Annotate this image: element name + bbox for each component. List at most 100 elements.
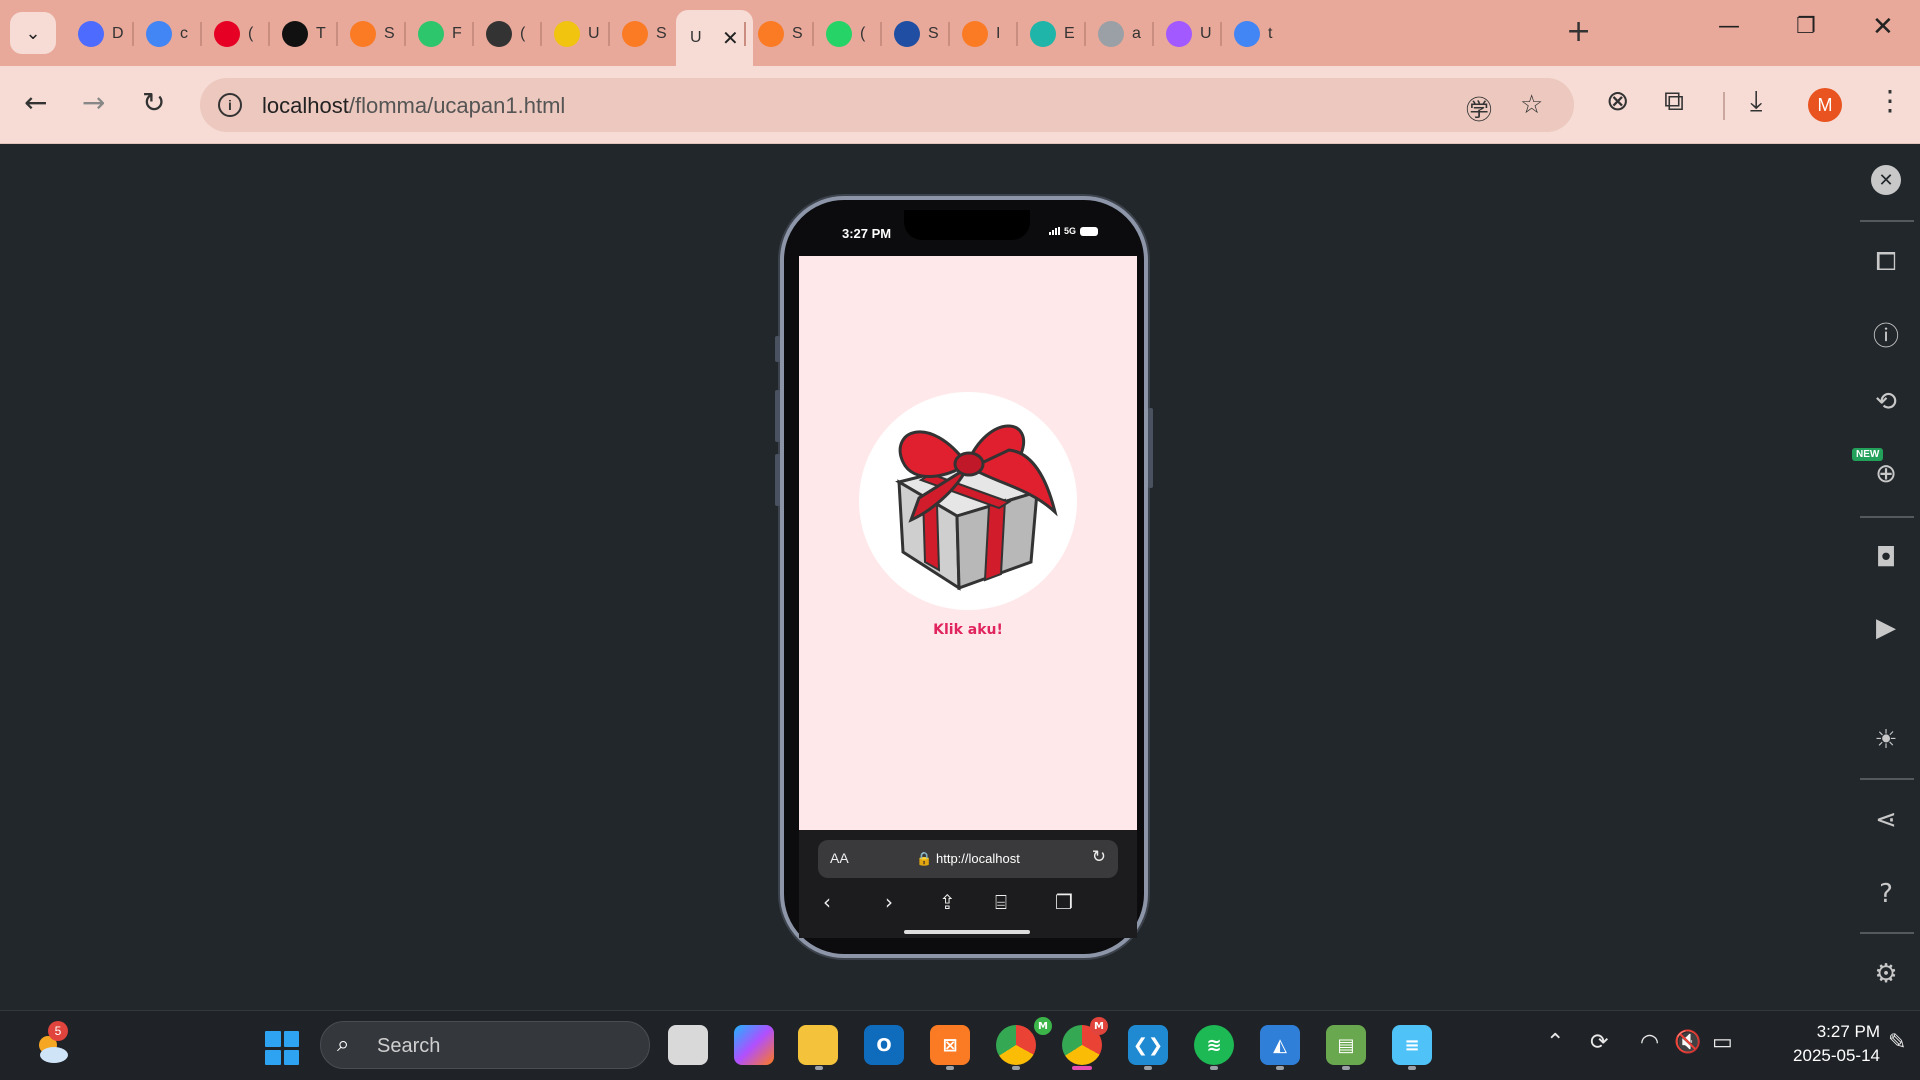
- tab-title: (: [248, 25, 254, 42]
- extensions-icon[interactable]: ⧉: [1664, 84, 1684, 118]
- reload-button[interactable]: ↻: [142, 86, 165, 119]
- volume-muted-icon[interactable]: 🔇: [1674, 1030, 1701, 1055]
- share-icon[interactable]: ⇪: [939, 890, 956, 914]
- tab-title: E: [1064, 25, 1075, 42]
- forward-button[interactable]: →: [82, 86, 105, 119]
- tab-title: T: [316, 25, 326, 42]
- battery-charging-icon[interactable]: ▭: [1712, 1030, 1733, 1055]
- photos-icon[interactable]: ◭: [1260, 1025, 1300, 1065]
- safari-url[interactable]: 🔒 http://localhost: [818, 851, 1118, 867]
- settings-gear-icon[interactable]: ⚙: [1868, 956, 1904, 992]
- rotate-icon[interactable]: ⟲: [1868, 384, 1904, 420]
- windows-taskbar: 5 ⌕ Search O ⊠ M M ❮❯ ≋ ◭ ▤ ≡: [0, 1010, 1920, 1080]
- tab-separator: [132, 22, 134, 46]
- tab-separator: [268, 22, 270, 46]
- browser-tab[interactable]: T: [274, 14, 328, 54]
- safari-address-bar[interactable]: AA 🔒 http://localhost ↻: [818, 840, 1118, 878]
- tab-search-button[interactable]: ⌄: [10, 12, 56, 54]
- taskbar-search[interactable]: ⌕ Search: [320, 1021, 650, 1069]
- tab-separator: [336, 22, 338, 46]
- address-bar[interactable]: i localhost/flomma/ucapan1.html ㊫ ☆: [200, 78, 1574, 132]
- close-window-button[interactable]: ✕: [1872, 12, 1894, 42]
- menu-icon[interactable]: ⋮: [1876, 84, 1904, 117]
- task-view-icon[interactable]: [668, 1025, 708, 1065]
- help-icon[interactable]: ?: [1868, 876, 1904, 912]
- file-explorer-icon[interactable]: [798, 1025, 838, 1065]
- address-url[interactable]: localhost/flomma/ucapan1.html: [262, 93, 565, 119]
- chrome-profile-badge: M: [1034, 1017, 1052, 1035]
- download-icon[interactable]: ⤓: [1750, 84, 1762, 118]
- running-indicator: [1342, 1066, 1350, 1070]
- safari-back-icon[interactable]: ‹: [823, 890, 831, 914]
- restore-button[interactable]: ❐: [1796, 14, 1816, 39]
- tab-separator: [404, 22, 406, 46]
- windows-logo-icon: [265, 1031, 281, 1047]
- tray-overflow-icon[interactable]: ⌃: [1546, 1030, 1564, 1055]
- globe-icon: [1098, 21, 1124, 47]
- browser-tab[interactable]: U: [1158, 14, 1212, 54]
- browser-tab[interactable]: S: [342, 14, 396, 54]
- devices-icon[interactable]: ⧠: [1868, 244, 1904, 280]
- winrar-icon[interactable]: ▤: [1326, 1025, 1366, 1065]
- running-indicator: [1210, 1066, 1218, 1070]
- vscode-icon[interactable]: ❮❯: [1128, 1025, 1168, 1065]
- info-icon[interactable]: ⓘ: [1868, 316, 1904, 352]
- outlook-icon[interactable]: O: [864, 1025, 904, 1065]
- close-tab-icon[interactable]: ✕: [722, 26, 739, 51]
- new-tab-button[interactable]: +: [1566, 14, 1591, 49]
- browser-tab[interactable]: S: [750, 14, 804, 54]
- browser-tab[interactable]: U: [546, 14, 600, 54]
- safari-reload-icon[interactable]: ↻: [1092, 847, 1106, 867]
- tab-title: S: [384, 25, 395, 42]
- bookmarks-icon[interactable]: ⌸: [995, 890, 1007, 914]
- browser-tab[interactable]: F: [410, 14, 464, 54]
- browser-tab[interactable]: c: [138, 14, 192, 54]
- battery-icon: [1080, 226, 1098, 236]
- network-label: 5G: [1063, 226, 1076, 236]
- notepad-icon[interactable]: ≡: [1392, 1025, 1432, 1065]
- spotify-icon[interactable]: ≋: [1194, 1025, 1234, 1065]
- browser-tab[interactable]: E: [1022, 14, 1076, 54]
- translate-icon[interactable]: ㊫: [1466, 90, 1492, 127]
- status-time: 3:27 PM: [842, 226, 892, 241]
- bookmark-star-icon[interactable]: ☆: [1520, 90, 1543, 120]
- tab-title: U: [1200, 25, 1212, 42]
- browser-tab[interactable]: t: [1226, 14, 1280, 54]
- xampp-icon: [962, 21, 988, 47]
- browser-tab[interactable]: (: [818, 14, 872, 54]
- xampp-icon[interactable]: ⊠: [930, 1025, 970, 1065]
- chrome-icon[interactable]: [996, 1025, 1036, 1065]
- browser-tab[interactable]: (: [478, 14, 532, 54]
- start-button[interactable]: [265, 1031, 299, 1065]
- browser-tab[interactable]: I: [954, 14, 1008, 54]
- pixabay-icon: [418, 21, 444, 47]
- safari-forward-icon[interactable]: ›: [885, 890, 893, 914]
- click-me-button[interactable]: Klik aku!: [799, 622, 1137, 638]
- gift-button[interactable]: [859, 392, 1077, 610]
- close-emulator-icon[interactable]: ✕: [1868, 162, 1904, 198]
- share-network-icon[interactable]: ⋖: [1868, 802, 1904, 838]
- screenshot-camera-icon[interactable]: ◘: [1868, 540, 1904, 576]
- browser-tab[interactable]: U ✕: [676, 10, 753, 66]
- copilot-icon[interactable]: [734, 1025, 774, 1065]
- system-clock[interactable]: 3:27 PM 2025-05-14: [1750, 1020, 1880, 1068]
- brightness-icon[interactable]: ☀: [1868, 722, 1904, 758]
- profile-avatar[interactable]: M: [1808, 88, 1842, 122]
- wifi-icon[interactable]: ◠: [1640, 1030, 1659, 1055]
- browser-tab[interactable]: S: [614, 14, 668, 54]
- tab-separator: [540, 22, 542, 46]
- tabs-icon[interactable]: ❐: [1055, 890, 1073, 914]
- sync-icon[interactable]: ⟳: [1590, 1030, 1608, 1055]
- back-button[interactable]: ←: [24, 86, 47, 119]
- browser-tab[interactable]: D: [70, 14, 124, 54]
- minimize-button[interactable]: —: [1718, 14, 1740, 39]
- zoom-icon[interactable]: ⊕: [1868, 456, 1904, 492]
- site-info-icon[interactable]: i: [218, 93, 242, 117]
- extension-block-icon[interactable]: ⊗: [1606, 84, 1629, 117]
- tab-title: S: [928, 25, 939, 42]
- notifications-icon[interactable]: ✎: [1888, 1030, 1906, 1055]
- browser-tab[interactable]: S: [886, 14, 940, 54]
- browser-tab[interactable]: (: [206, 14, 260, 54]
- browser-tab[interactable]: a: [1090, 14, 1144, 54]
- video-record-icon[interactable]: ▶: [1868, 610, 1904, 646]
